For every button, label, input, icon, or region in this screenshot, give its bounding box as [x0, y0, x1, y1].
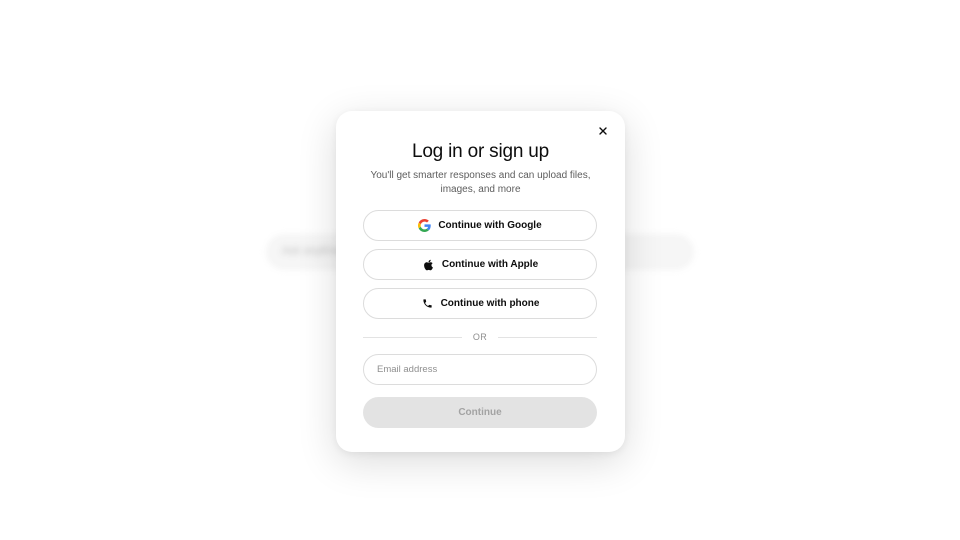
email-field[interactable] — [363, 354, 597, 385]
divider-line-right — [498, 337, 597, 338]
google-icon — [418, 219, 432, 232]
modal-subtitle: You'll get smarter responses and can upl… — [370, 170, 591, 195]
apple-button-label: Continue with Apple — [441, 259, 539, 270]
continue-with-google-button[interactable]: Continue with Google — [363, 210, 597, 241]
modal-title: Log in or sign up — [411, 141, 550, 162]
phone-icon — [421, 297, 434, 310]
google-button-label: Continue with Google — [438, 220, 542, 231]
apple-icon — [422, 258, 435, 271]
or-divider: OR — [363, 331, 597, 343]
continue-button[interactable]: Continue — [363, 397, 597, 428]
continue-with-apple-button[interactable]: Continue with Apple — [363, 249, 597, 280]
continue-with-phone-button[interactable]: Continue with phone — [363, 288, 597, 319]
login-modal: Log in or sign up You'll get smarter res… — [336, 111, 625, 452]
phone-button-label: Continue with phone — [440, 298, 540, 309]
close-icon — [599, 127, 607, 135]
close-button[interactable] — [595, 123, 611, 139]
